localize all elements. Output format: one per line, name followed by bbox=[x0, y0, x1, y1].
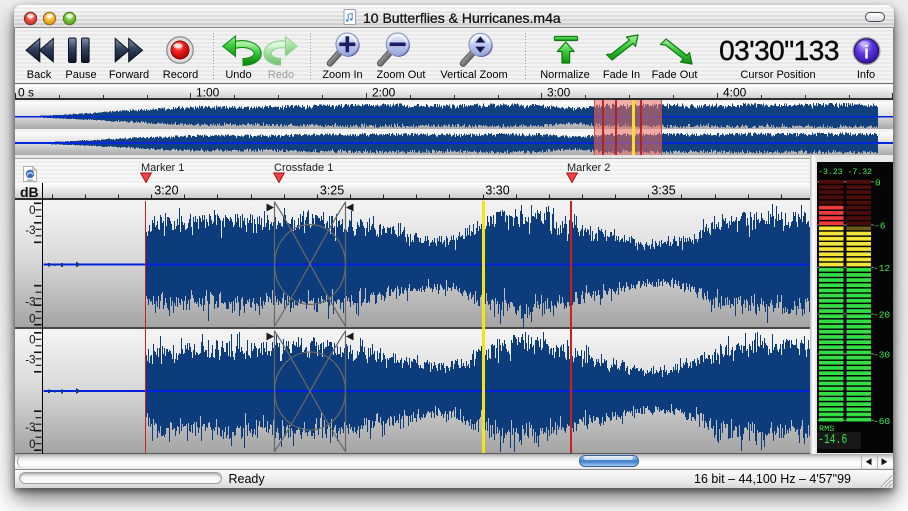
svg-text:0: 0 bbox=[875, 177, 881, 188]
svg-text:-20: -20 bbox=[873, 310, 890, 321]
svg-text:-6: -6 bbox=[874, 221, 886, 232]
svg-text:-30: -30 bbox=[873, 350, 890, 361]
svg-text:-60: -60 bbox=[873, 416, 890, 427]
svg-text:-12: -12 bbox=[873, 263, 890, 274]
